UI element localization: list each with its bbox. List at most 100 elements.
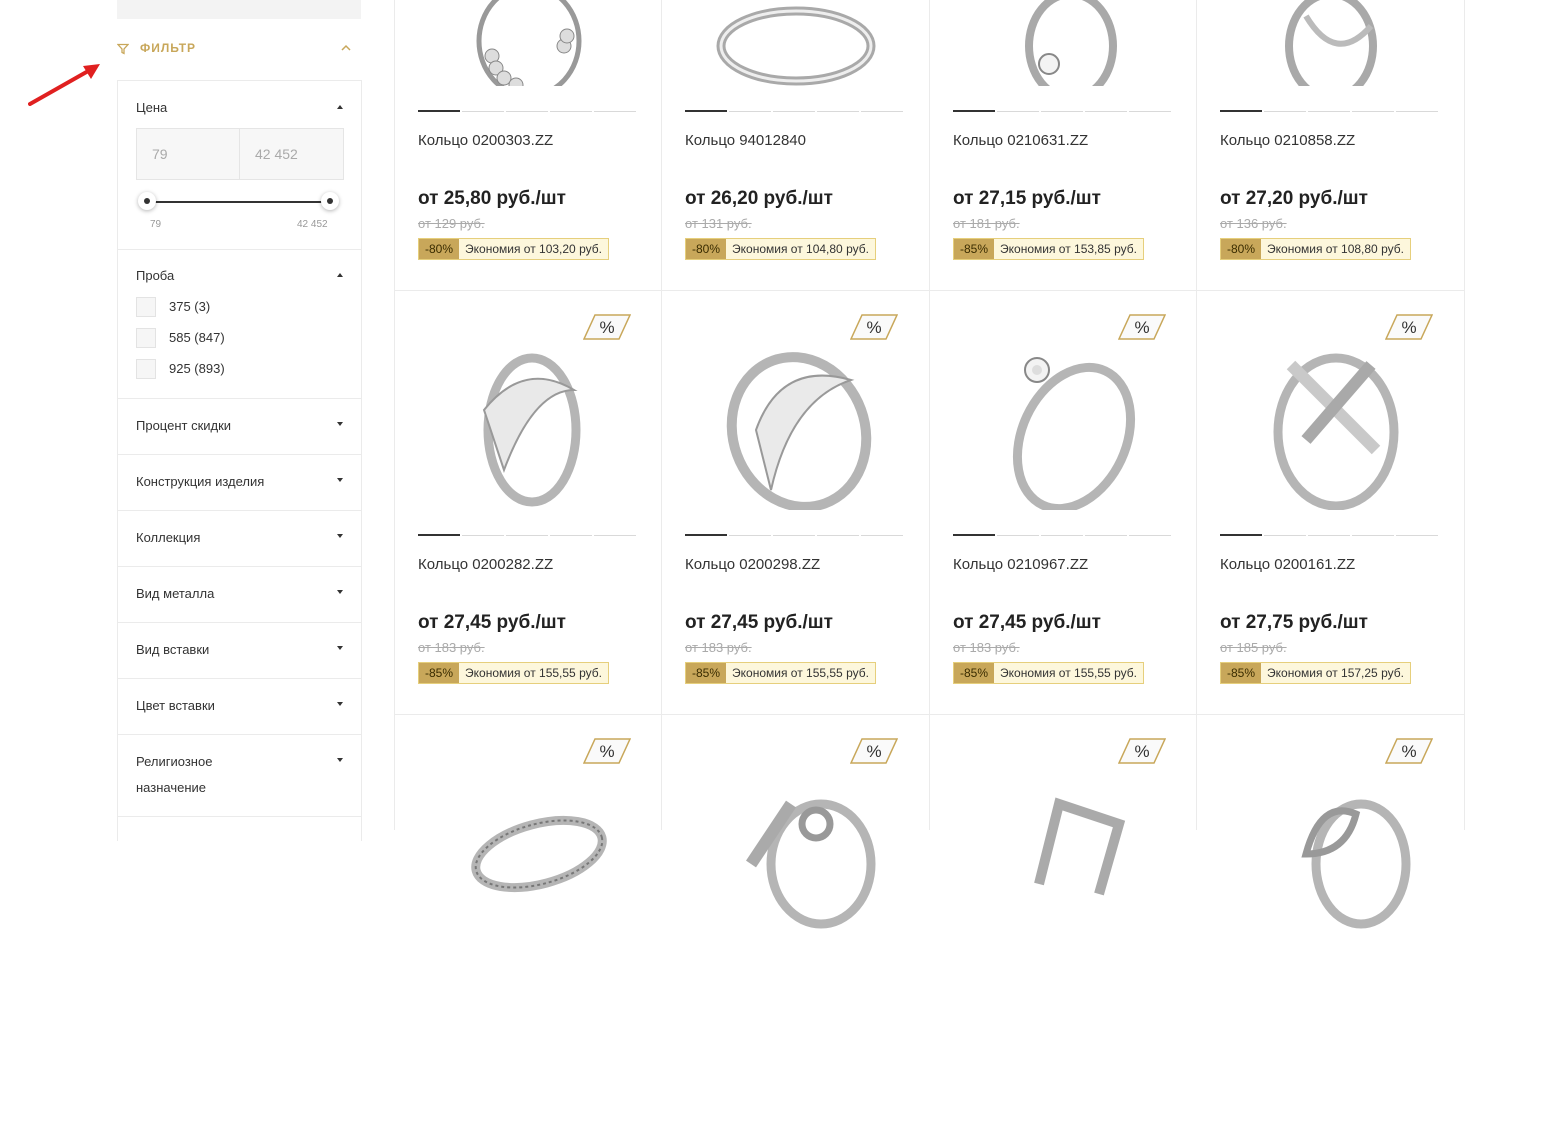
product-price: от 27,45 руб./шт xyxy=(685,612,833,633)
product-card[interactable]: Кольцо 0210858.ZZ от 27,20 руб./шт от 13… xyxy=(1196,0,1463,290)
proba-filter: Проба 375 (3) 585 (847) 925 (893) xyxy=(118,250,361,399)
caret-up-icon[interactable] xyxy=(337,273,343,277)
filter-section-collection[interactable]: Коллекция xyxy=(118,511,361,567)
ring-image[interactable] xyxy=(711,0,881,86)
slider-min-label: 79 xyxy=(150,219,162,230)
section-title: Вид вставки xyxy=(136,642,210,657)
filter-section-metal[interactable]: Вид металла xyxy=(118,567,361,623)
product-card[interactable]: Кольцо 0210631.ZZ от 27,15 руб./шт от 18… xyxy=(929,0,1196,290)
discount-badge: -80% Экономия от 108,80 руб. xyxy=(1220,238,1411,260)
discount-percent: -80% xyxy=(1221,239,1262,259)
product-price: от 26,20 руб./шт xyxy=(685,188,833,209)
section-title: Религиозное назначение xyxy=(136,754,213,795)
product-card[interactable]: Кольцо 94012840 от 26,20 руб./шт от 131 … xyxy=(661,0,928,290)
chevron-up-icon[interactable] xyxy=(341,44,351,52)
filter-section-insert-color[interactable]: Цвет вставки xyxy=(118,679,361,735)
filter-section-religious[interactable]: Религиозное назначение xyxy=(118,735,361,817)
product-card[interactable]: % Кольцо 0210967.ZZ от 27,45 руб./шт от … xyxy=(929,290,1196,714)
red-arrow-annotation xyxy=(28,64,100,106)
discount-percent: -85% xyxy=(954,239,995,259)
old-price: от 136 руб. xyxy=(1220,216,1287,231)
sidebar-top-block xyxy=(117,0,361,19)
product-name[interactable]: Кольцо 0210631.ZZ xyxy=(953,132,1088,149)
filter-section-discount[interactable]: Процент скидки xyxy=(118,399,361,455)
product-name[interactable]: Кольцо 0200161.ZZ xyxy=(1220,556,1355,573)
slider-max-label: 42 452 xyxy=(297,219,328,230)
section-title: Конструкция изделия xyxy=(136,474,265,489)
checkbox[interactable] xyxy=(136,359,156,379)
product-price: от 27,45 руб./шт xyxy=(953,612,1101,633)
ring-image[interactable] xyxy=(979,0,1149,86)
filter-section-construction[interactable]: Конструкция изделия xyxy=(118,455,361,511)
old-price: от 131 руб. xyxy=(685,216,752,231)
ring-image[interactable] xyxy=(444,0,614,86)
product-card[interactable]: Кольцо 0200303.ZZ от 25,80 руб./шт от 12… xyxy=(394,0,661,290)
image-pager[interactable] xyxy=(685,110,903,112)
product-price: от 27,75 руб./шт xyxy=(1220,612,1368,633)
filter-panel: Цена 79 42 452 79 42 452 Проба 375 (3) 5… xyxy=(117,80,362,841)
image-pager[interactable] xyxy=(685,534,903,536)
ring-image[interactable] xyxy=(711,320,881,510)
image-pager[interactable] xyxy=(1220,534,1438,536)
ring-image[interactable] xyxy=(711,744,881,934)
caret-down-icon xyxy=(337,702,343,706)
ring-image[interactable] xyxy=(444,744,614,934)
section-title: Вид металла xyxy=(136,586,215,601)
discount-badge: -85% Экономия от 155,55 руб. xyxy=(418,662,609,684)
checkbox[interactable] xyxy=(136,297,156,317)
product-price: от 25,80 руб./шт xyxy=(418,188,566,209)
saving-text: Экономия от 155,55 руб. xyxy=(459,663,608,683)
price-slider-min-handle[interactable] xyxy=(138,192,156,210)
product-card[interactable]: % Кольцо 0200161.ZZ от 27,75 руб./шт от … xyxy=(1196,290,1463,714)
product-name[interactable]: Кольцо 0200282.ZZ xyxy=(418,556,553,573)
product-name[interactable]: Кольцо 0210858.ZZ xyxy=(1220,132,1355,149)
product-card[interactable]: % xyxy=(1196,714,1463,1138)
product-name[interactable]: Кольцо 0200298.ZZ xyxy=(685,556,820,573)
image-pager[interactable] xyxy=(953,534,1171,536)
product-grid: Кольцо 0200303.ZZ от 25,80 руб./шт от 12… xyxy=(394,0,1465,929)
ring-image[interactable] xyxy=(1246,320,1416,510)
caret-up-icon[interactable] xyxy=(337,105,343,109)
option-label: 925 (893) xyxy=(169,361,225,376)
image-pager[interactable] xyxy=(418,110,636,112)
product-card[interactable]: % xyxy=(661,714,928,1138)
old-price: от 183 руб. xyxy=(418,640,485,655)
discount-percent: -85% xyxy=(419,663,460,683)
price-min-input[interactable]: 79 xyxy=(137,129,239,179)
product-name[interactable]: Кольцо 0200303.ZZ xyxy=(418,132,553,149)
saving-text: Экономия от 108,80 руб. xyxy=(1261,239,1410,259)
filter-section-insert-type[interactable]: Вид вставки xyxy=(118,623,361,679)
discount-badge: -85% Экономия от 155,55 руб. xyxy=(685,662,876,684)
price-slider-max-handle[interactable] xyxy=(321,192,339,210)
ring-image[interactable] xyxy=(1246,744,1416,934)
caret-down-icon xyxy=(337,422,343,426)
caret-down-icon xyxy=(337,758,343,762)
product-card[interactable]: % Кольцо 0200298.ZZ от 27,45 руб./шт от … xyxy=(661,290,928,714)
discount-percent: -80% xyxy=(419,239,460,259)
product-name[interactable]: Кольцо 94012840 xyxy=(685,132,806,149)
image-pager[interactable] xyxy=(418,534,636,536)
proba-title[interactable]: Проба xyxy=(136,263,174,289)
ring-image[interactable] xyxy=(979,320,1149,510)
old-price: от 185 руб. xyxy=(1220,640,1287,655)
saving-text: Экономия от 104,80 руб. xyxy=(726,239,875,259)
product-card[interactable]: % xyxy=(394,714,661,1138)
checkbox[interactable] xyxy=(136,328,156,348)
price-max-input[interactable]: 42 452 xyxy=(239,129,343,179)
product-name[interactable]: Кольцо 0210967.ZZ xyxy=(953,556,1088,573)
image-pager[interactable] xyxy=(953,110,1171,112)
discount-percent: -85% xyxy=(1221,663,1262,683)
price-range-inputs: 79 42 452 xyxy=(136,128,344,180)
product-card[interactable]: % xyxy=(929,714,1196,1138)
product-card[interactable]: % Кольцо 0200282.ZZ от 27,45 руб./шт от … xyxy=(394,290,661,714)
image-pager[interactable] xyxy=(1220,110,1438,112)
ring-image[interactable] xyxy=(1246,0,1416,86)
filter-toggle[interactable]: ФИЛЬТР xyxy=(117,40,361,60)
ring-image[interactable] xyxy=(444,320,614,510)
ring-image[interactable] xyxy=(979,744,1149,934)
section-title: Процент скидки xyxy=(136,418,232,433)
price-slider-track[interactable] xyxy=(148,201,330,203)
discount-badge: -80% Экономия от 103,20 руб. xyxy=(418,238,609,260)
section-title: Коллекция xyxy=(136,530,201,545)
price-title[interactable]: Цена xyxy=(136,95,167,121)
